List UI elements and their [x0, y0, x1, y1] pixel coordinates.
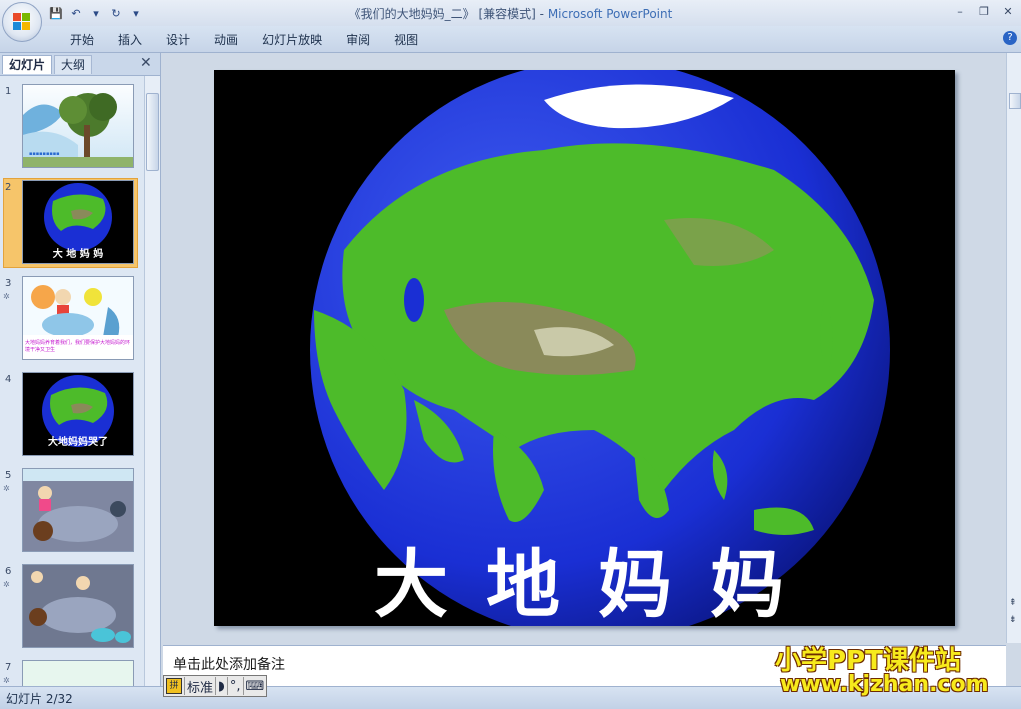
- thumb-caption: 大 地 妈 妈: [52, 249, 104, 260]
- office-logo-icon: [13, 13, 21, 21]
- ime-toolbar[interactable]: 拼 标准 ◗ °, ⌨: [163, 675, 268, 697]
- close-pane-icon[interactable]: ✕: [140, 55, 152, 71]
- svg-text:▪▪▪▪▪▪▪▪▪: ▪▪▪▪▪▪▪▪▪: [29, 151, 60, 157]
- animation-star-icon: ✲: [3, 484, 10, 493]
- punctuation-icon[interactable]: °,: [228, 677, 244, 695]
- tab-slides[interactable]: 幻灯片: [2, 55, 53, 74]
- thumbnail-list: 1 ▪▪▪▪▪▪▪▪▪ 2 大 地 妈 妈 3 ✲ 大地妈妈养育着我们，我们要保…: [0, 76, 144, 686]
- tree-image: ▪▪▪▪▪▪▪▪▪: [23, 93, 133, 167]
- slide-thumbnail-2[interactable]: 大 地 妈 妈: [22, 180, 134, 264]
- help-icon[interactable]: ?: [1003, 31, 1017, 45]
- slide-thumbnail-5[interactable]: [22, 468, 134, 552]
- notes-placeholder[interactable]: 单击此处添加备注: [173, 654, 285, 674]
- tab-insert[interactable]: 插入: [106, 32, 154, 48]
- slide-counter: 幻灯片 2/32: [6, 692, 73, 706]
- animation-star-icon: ✲: [3, 676, 10, 685]
- slide-thumbnail-3[interactable]: 大地妈妈养育着我们，我们要保护大地妈妈的环境干净又卫生: [22, 276, 134, 360]
- thumb-number: 4: [5, 374, 12, 385]
- office-logo-icon-part: [22, 13, 30, 21]
- thumb-caption: 大地妈妈养育着我们，我们要保护大地妈妈的环境干净又卫生: [25, 340, 131, 353]
- slide-thumbnail-7[interactable]: [22, 660, 134, 686]
- slides-pane: 幻灯片 大纲 ✕ 1 ▪▪▪▪▪▪▪▪▪ 2 大 地 妈 妈 3 ✲ 大地妈妈养…: [0, 53, 161, 686]
- office-logo-icon-part: [22, 22, 30, 30]
- slide-scrollbar[interactable]: ⇞ ⇟: [1006, 53, 1021, 643]
- office-button[interactable]: [2, 2, 42, 42]
- soft-keyboard-icon[interactable]: ⌨: [244, 677, 267, 695]
- tab-slideshow[interactable]: 幻灯片放映: [250, 32, 334, 48]
- tab-design[interactable]: 设计: [154, 32, 202, 48]
- office-logo-icon-part: [13, 22, 21, 30]
- cartoon-image: [23, 469, 133, 551]
- thumb-number: 5: [5, 470, 12, 481]
- animation-star-icon: ✲: [3, 580, 10, 589]
- title-bar: 💾 ↶ ▾ ↻ ▾ 《我们的大地妈妈_二》 [兼容模式] - Microsoft…: [0, 0, 1021, 26]
- half-width-icon[interactable]: ◗: [216, 677, 228, 695]
- ribbon-tabs: 开始 插入 设计 动画 幻灯片放映 审阅 视图: [58, 32, 430, 48]
- slide-scroll-thumb[interactable]: [1009, 93, 1021, 109]
- minimize-button[interactable]: –: [951, 3, 969, 19]
- slide-title[interactable]: 大地妈妈: [374, 525, 874, 632]
- ribbon: 开始 插入 设计 动画 幻灯片放映 审阅 视图 ?: [0, 26, 1021, 53]
- app-name: Microsoft PowerPoint: [547, 7, 673, 21]
- tab-review[interactable]: 审阅: [334, 32, 382, 48]
- thumb-number: 3: [5, 278, 12, 289]
- thumb-number: 2: [5, 182, 12, 193]
- next-slide-icon[interactable]: ⇟: [1009, 615, 1017, 625]
- animation-star-icon: ✲: [3, 292, 10, 301]
- slide-canvas[interactable]: 大地妈妈: [214, 70, 955, 628]
- slide-thumbnail-4[interactable]: 大地妈妈哭了: [22, 372, 134, 456]
- title-separator: -: [535, 7, 548, 21]
- tab-animations[interactable]: 动画: [202, 32, 250, 48]
- window-controls: – ❐ ✕: [951, 3, 1017, 19]
- document-name: 《我们的大地妈妈_二》 [兼容模式]: [348, 7, 536, 21]
- slide-thumbnail-1[interactable]: ▪▪▪▪▪▪▪▪▪: [22, 84, 134, 168]
- tab-home[interactable]: 开始: [58, 32, 106, 48]
- thumb-caption: 大地妈妈哭了: [48, 437, 108, 448]
- thumb-number: 7: [5, 662, 12, 673]
- watermark-url: www.kjzhan.com: [780, 672, 989, 697]
- thumb-number: 6: [5, 566, 12, 577]
- ime-mode[interactable]: 标准: [185, 677, 217, 696]
- previous-slide-icon[interactable]: ⇞: [1009, 598, 1017, 608]
- cartoon-image: [23, 565, 133, 647]
- pane-tabs: 幻灯片 大纲 ✕: [0, 53, 160, 76]
- tab-outline[interactable]: 大纲: [54, 55, 93, 74]
- close-button[interactable]: ✕: [999, 3, 1017, 19]
- slide-thumbnail-6[interactable]: [22, 564, 134, 648]
- ime-logo-icon[interactable]: 拼: [164, 677, 185, 695]
- window-title: 《我们的大地妈妈_二》 [兼容模式] - Microsoft PowerPoin…: [0, 5, 1021, 22]
- thumbnail-scroll-thumb[interactable]: [146, 93, 159, 171]
- tab-view[interactable]: 视图: [382, 32, 430, 48]
- restore-button[interactable]: ❐: [975, 3, 993, 19]
- thumb-number: 1: [5, 86, 12, 97]
